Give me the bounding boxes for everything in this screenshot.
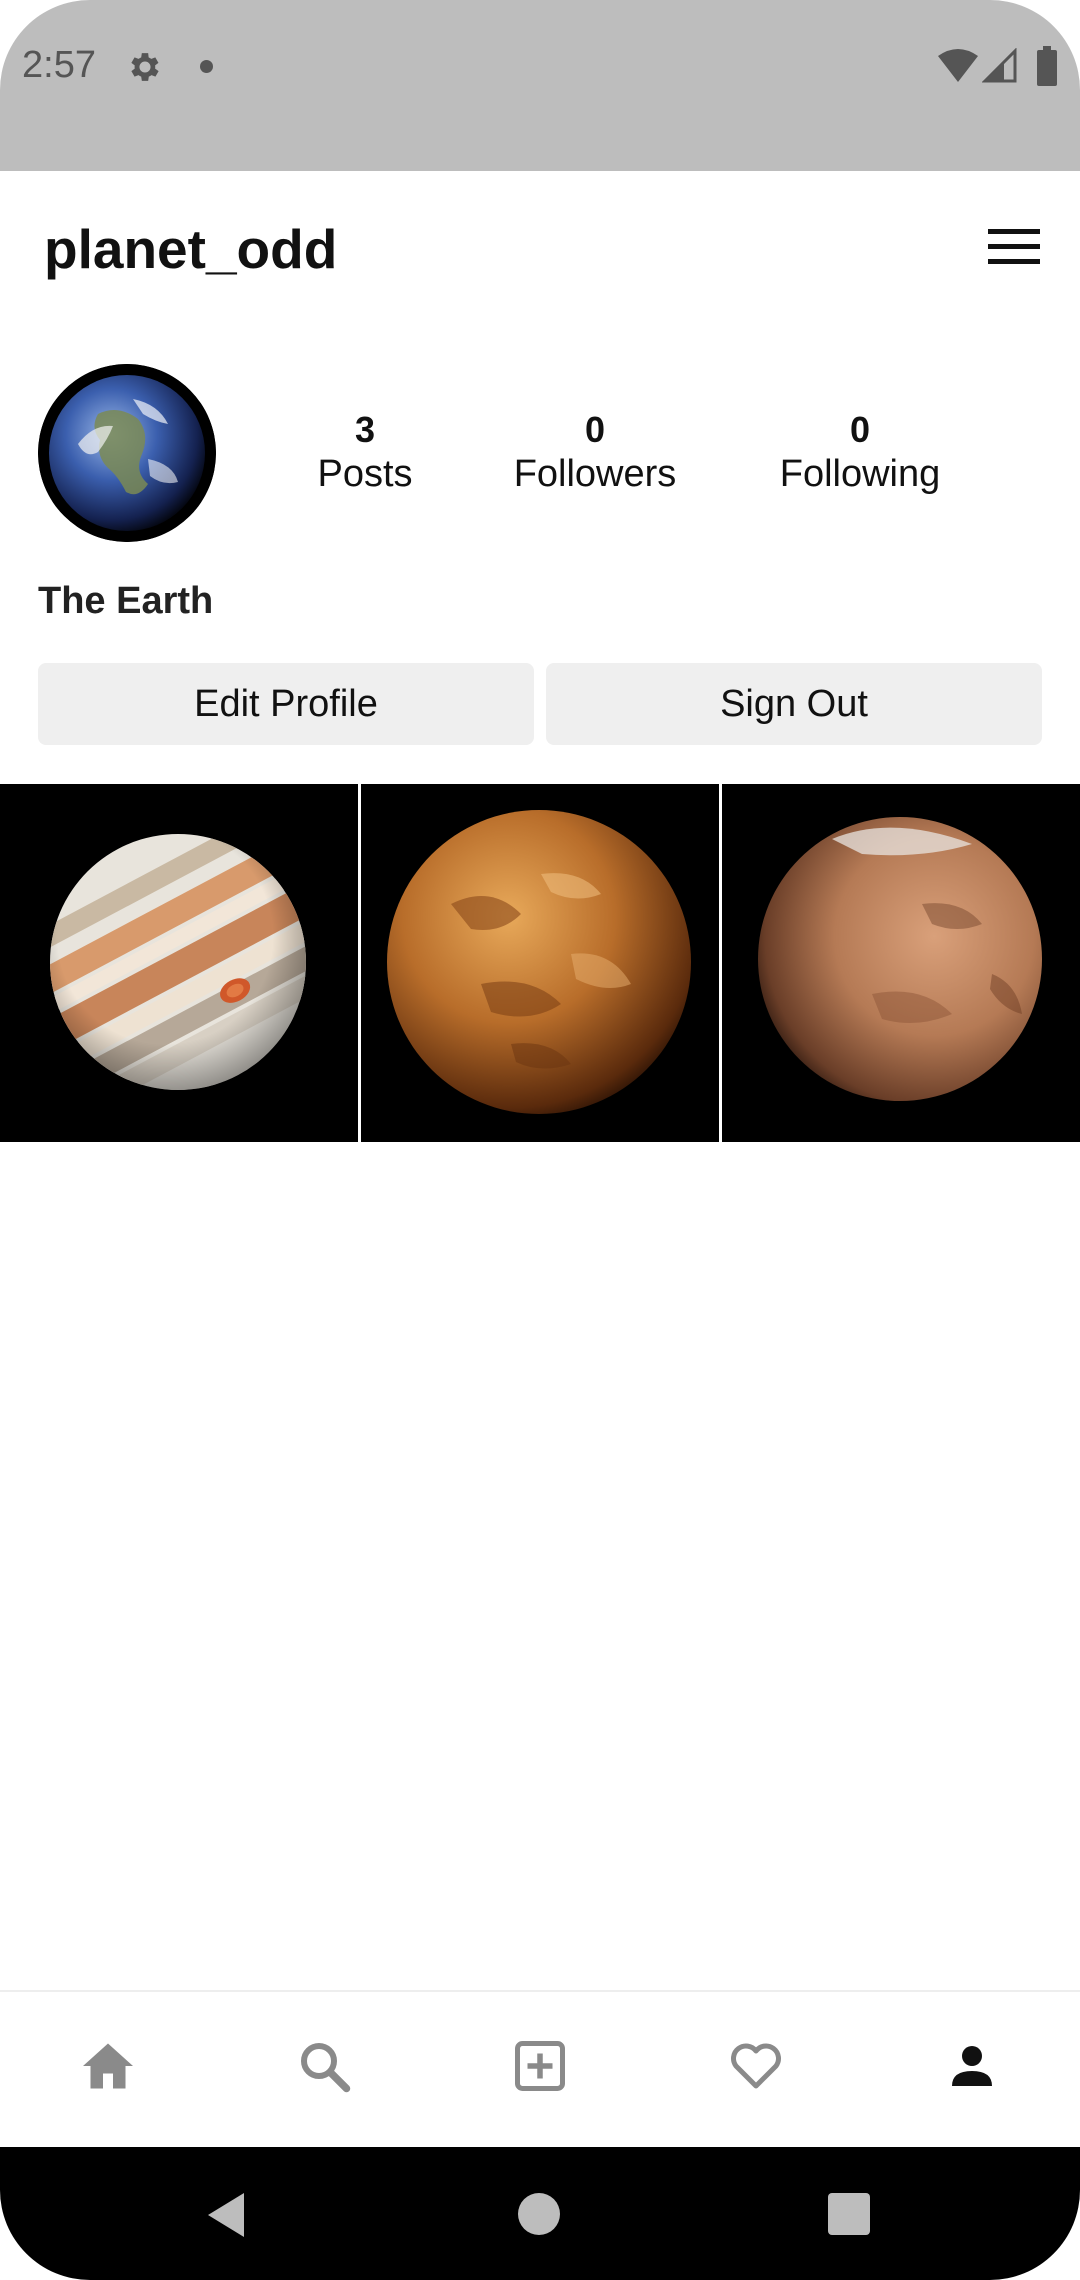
post-thumbnail-jupiter[interactable] (0, 784, 358, 1142)
jupiter-image (0, 784, 358, 1142)
posts-label: Posts (317, 453, 413, 495)
mars-image (722, 784, 1080, 1142)
followers-count: 0 (584, 409, 606, 450)
profile-avatar[interactable] (38, 364, 216, 542)
post-thumbnail-mars[interactable] (722, 784, 1080, 1142)
battery-icon (1037, 46, 1057, 86)
following-count: 0 (849, 409, 871, 450)
bottom-navigation (0, 1992, 1080, 2147)
wifi-icon (938, 49, 978, 82)
profile-username: planet_odd (44, 218, 338, 280)
edit-profile-button[interactable]: Edit Profile (38, 663, 534, 745)
status-time: 2:57 (22, 44, 96, 86)
add-post-icon[interactable] (510, 2036, 570, 2096)
cell-signal-icon (982, 48, 1017, 83)
profile-icon[interactable] (942, 2036, 1002, 2096)
system-navigation-bar (0, 2147, 1080, 2280)
search-icon[interactable] (294, 2036, 354, 2096)
stat-followers[interactable]: 0 Followers (500, 408, 690, 496)
phone-screen: 2:57 planet_odd 3 Posts 0 Followers 0 Fo… (0, 0, 1080, 2280)
status-bar: 2:57 (0, 0, 1080, 171)
sign-out-button[interactable]: Sign Out (546, 663, 1042, 745)
notification-dot-icon (200, 60, 213, 73)
back-icon[interactable] (204, 2191, 248, 2239)
venus-image (361, 784, 719, 1142)
post-thumbnail-venus[interactable] (361, 784, 719, 1142)
app-header: planet_odd (0, 171, 1080, 331)
earth-avatar (38, 364, 216, 542)
home-icon[interactable] (78, 2036, 138, 2096)
recents-icon[interactable] (828, 2193, 870, 2235)
posts-grid (0, 784, 1080, 1142)
posts-count: 3 (354, 409, 376, 450)
stat-following[interactable]: 0 Following (760, 408, 960, 496)
followers-label: Followers (513, 453, 677, 495)
hamburger-menu-icon[interactable] (988, 227, 1040, 267)
stat-posts[interactable]: 3 Posts (290, 408, 440, 496)
home-circle-icon[interactable] (518, 2193, 560, 2235)
following-label: Following (779, 453, 941, 495)
profile-display-name: The Earth (38, 580, 214, 622)
heart-icon[interactable] (726, 2036, 786, 2096)
gear-icon (131, 53, 159, 81)
